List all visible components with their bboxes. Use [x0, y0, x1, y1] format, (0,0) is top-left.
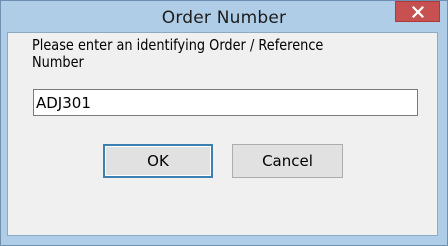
window-title: Order Number — [161, 8, 287, 28]
cancel-button[interactable]: Cancel — [232, 144, 343, 178]
order-number-input[interactable] — [33, 89, 418, 116]
close-button[interactable] — [395, 1, 440, 22]
prompt-label: Please enter an identifying Order / Refe… — [32, 36, 324, 71]
close-icon — [411, 5, 424, 18]
title-bar[interactable]: Order Number — [1, 1, 447, 33]
ok-button[interactable]: OK — [103, 144, 213, 178]
